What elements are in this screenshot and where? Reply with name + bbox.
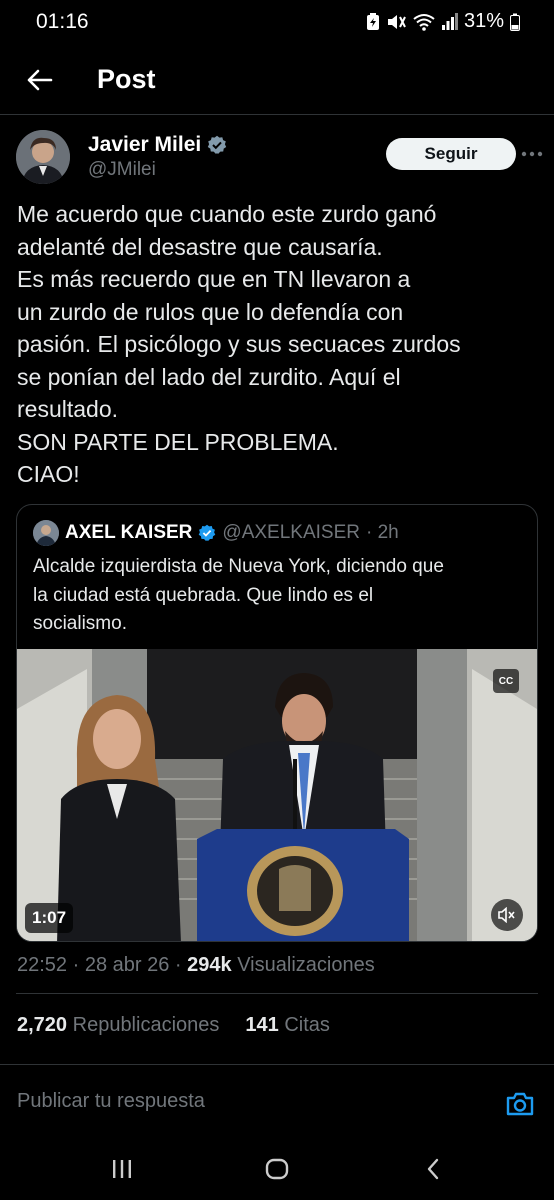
signal-icon bbox=[441, 12, 458, 31]
reposts-link[interactable]: 2,720 Republicaciones bbox=[17, 1014, 219, 1037]
post-meta: 22:52 · 28 abr 26 · 294k Visualizaciones bbox=[17, 954, 375, 977]
views-label: Visualizaciones bbox=[237, 954, 375, 976]
post-author: Javier Milei @JMilei Seguir bbox=[16, 128, 543, 188]
divider bbox=[16, 993, 538, 994]
mute-button[interactable] bbox=[491, 899, 523, 931]
reposts-label: Republicaciones bbox=[72, 1014, 220, 1036]
battery-icon bbox=[510, 13, 520, 31]
quote-header: AXEL KAISER @AXELKAISER · 2h bbox=[33, 520, 399, 546]
quote-time: · 2h bbox=[365, 522, 399, 543]
quote-author-name: AXEL KAISER bbox=[65, 522, 193, 543]
video-player[interactable]: CC 1:07 bbox=[17, 649, 537, 941]
avatar[interactable] bbox=[16, 130, 70, 184]
video-frame bbox=[17, 649, 537, 941]
author-handle[interactable]: @JMilei bbox=[88, 159, 156, 181]
wifi-icon bbox=[412, 13, 436, 31]
post-line: resultado. bbox=[17, 396, 119, 422]
post-line: un zurdo de rulos que lo defendía con bbox=[17, 298, 404, 325]
author-name: Javier Milei bbox=[88, 133, 202, 156]
home-icon bbox=[265, 1158, 289, 1180]
follow-button[interactable]: Seguir bbox=[386, 138, 516, 170]
post-date: · 28 abr 26 · bbox=[72, 954, 182, 976]
post-line: CIAO! bbox=[17, 461, 80, 487]
post-line: adelanté del desastre que causaría. bbox=[17, 233, 383, 260]
system-nav-bar bbox=[0, 1138, 554, 1200]
post-line: Me acuerdo que cuando este zurdo ganó bbox=[17, 201, 437, 227]
reply-input[interactable]: Publicar tu respuesta bbox=[17, 1090, 205, 1113]
quote-author-handle: @AXELKAISER bbox=[222, 522, 360, 543]
status-bar: 01:16 31% bbox=[0, 0, 554, 44]
post-line: Es más recuerdo que en TN llevaron a bbox=[17, 266, 411, 292]
back-arrow-icon bbox=[27, 69, 53, 91]
more-options-button[interactable] bbox=[520, 142, 544, 166]
engagement-stats: 2,720 Republicaciones 141 Citas bbox=[17, 1014, 330, 1037]
recents-button[interactable] bbox=[107, 1156, 137, 1182]
recents-icon bbox=[113, 1160, 131, 1178]
quotes-label: Citas bbox=[284, 1014, 330, 1036]
post-text: Me acuerdo que cuando este zurdo ganó ad… bbox=[17, 198, 537, 491]
verified-icon bbox=[208, 135, 227, 154]
post-line: pasión. El psicólogo y sus secuaces zurd… bbox=[17, 331, 461, 357]
post-time: 22:52 bbox=[17, 954, 68, 976]
post-line: SON PARTE DEL PROBLEMA. bbox=[17, 428, 339, 455]
divider bbox=[0, 1064, 554, 1065]
divider bbox=[0, 114, 554, 115]
quote-text: Alcalde izquierdista de Nueva York, dici… bbox=[33, 553, 533, 639]
author-name-row[interactable]: Javier Milei bbox=[88, 133, 227, 157]
mute-status-icon bbox=[386, 13, 406, 31]
top-app-bar: Post bbox=[0, 50, 554, 110]
quote-line: Alcalde izquierdista de Nueva York, dici… bbox=[33, 556, 444, 577]
captions-button[interactable]: CC bbox=[493, 669, 519, 693]
reposts-count: 2,720 bbox=[17, 1014, 68, 1036]
status-time: 01:16 bbox=[36, 10, 89, 33]
quoted-post[interactable]: AXEL KAISER @AXELKAISER · 2h Alcalde izq… bbox=[16, 504, 538, 942]
nav-back-button[interactable] bbox=[418, 1156, 448, 1182]
back-icon bbox=[427, 1158, 439, 1180]
more-icon bbox=[521, 151, 543, 157]
views-count: 294k bbox=[187, 954, 232, 976]
page-title: Post bbox=[97, 64, 156, 94]
status-icons: 31% bbox=[366, 10, 520, 33]
post-line: se ponían del lado del zurdito. Aquí el bbox=[17, 363, 401, 390]
quotes-link[interactable]: 141 Citas bbox=[245, 1014, 330, 1037]
mute-icon bbox=[498, 907, 515, 923]
battery-saver-icon bbox=[366, 12, 380, 31]
camera-button[interactable] bbox=[504, 1088, 536, 1120]
home-button[interactable] bbox=[262, 1156, 292, 1182]
verified-icon bbox=[199, 524, 216, 541]
battery-percent: 31% bbox=[463, 10, 504, 32]
quote-avatar bbox=[33, 520, 59, 546]
quote-line: socialismo. bbox=[33, 613, 127, 634]
back-button[interactable] bbox=[20, 60, 60, 100]
video-duration: 1:07 bbox=[25, 903, 74, 933]
reply-bar: Publicar tu respuesta bbox=[0, 1078, 554, 1130]
quote-line: la ciudad está quebrada. Que lindo es el bbox=[33, 584, 374, 606]
camera-icon bbox=[506, 1092, 534, 1116]
quotes-count: 141 bbox=[245, 1014, 279, 1036]
